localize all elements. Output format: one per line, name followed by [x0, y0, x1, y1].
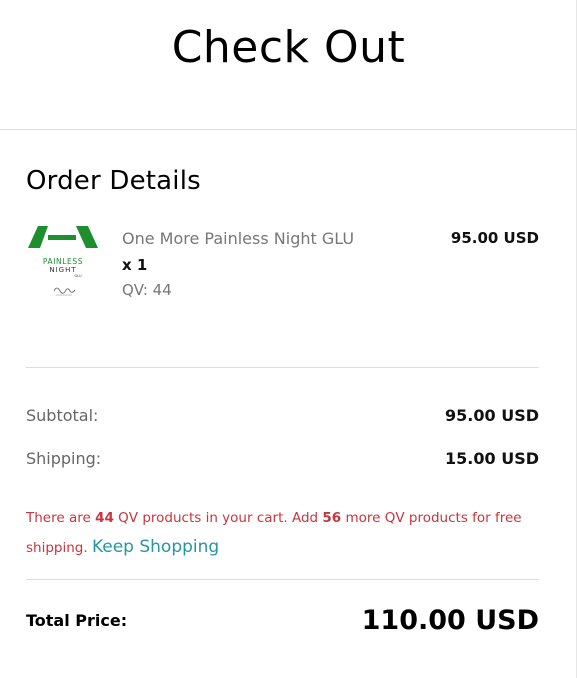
item-price: 95.00 USD: [450, 229, 539, 247]
subtotal-value: 95.00 USD: [445, 406, 539, 425]
notice-qv-needed: 56: [322, 510, 342, 526]
order-details-section: Order Details PAINLESS NIGHT GLU One Mor…: [0, 166, 577, 660]
painless-night-logo-icon: PAINLESS NIGHT GLU: [28, 226, 98, 296]
notice-text-2: QV products in your cart. Add: [113, 510, 323, 526]
item-qv: QV: 44: [122, 281, 172, 299]
item-info: One More Painless Night GLU x 1 QV: 44: [122, 226, 451, 299]
item-name[interactable]: One More Painless Night GLU: [122, 229, 451, 248]
notice-text-1: There are: [26, 510, 96, 526]
total-row: Total Price: 110.00 USD: [26, 580, 539, 660]
svg-text:NIGHT: NIGHT: [49, 266, 76, 274]
svg-text:PAINLESS: PAINLESS: [43, 257, 83, 266]
total-value: 110.00 USD: [361, 604, 539, 636]
shipping-row: Shipping: 15.00 USD: [26, 437, 539, 480]
shipping-label: Shipping:: [26, 449, 102, 468]
order-summary: Subtotal: 95.00 USD Shipping: 15.00 USD: [26, 368, 539, 480]
page-title: Check Out: [171, 22, 406, 73]
page-header: Check Out: [0, 0, 577, 130]
product-image[interactable]: PAINLESS NIGHT GLU: [26, 226, 100, 300]
subtotal-row: Subtotal: 95.00 USD: [26, 394, 539, 437]
shipping-value: 15.00 USD: [445, 449, 539, 468]
svg-text:GLU: GLU: [74, 274, 81, 278]
item-quantity: x 1: [122, 256, 148, 274]
notice-qv-in-cart: 44: [95, 510, 114, 526]
keep-shopping-link[interactable]: Keep Shopping: [92, 537, 219, 557]
order-item: PAINLESS NIGHT GLU One More Painless Nig…: [26, 226, 539, 368]
subtotal-label: Subtotal:: [26, 406, 99, 425]
section-title: Order Details: [26, 166, 201, 196]
total-label: Total Price:: [26, 610, 128, 630]
free-shipping-notice: There are 44 QV products in your cart. A…: [26, 504, 539, 580]
